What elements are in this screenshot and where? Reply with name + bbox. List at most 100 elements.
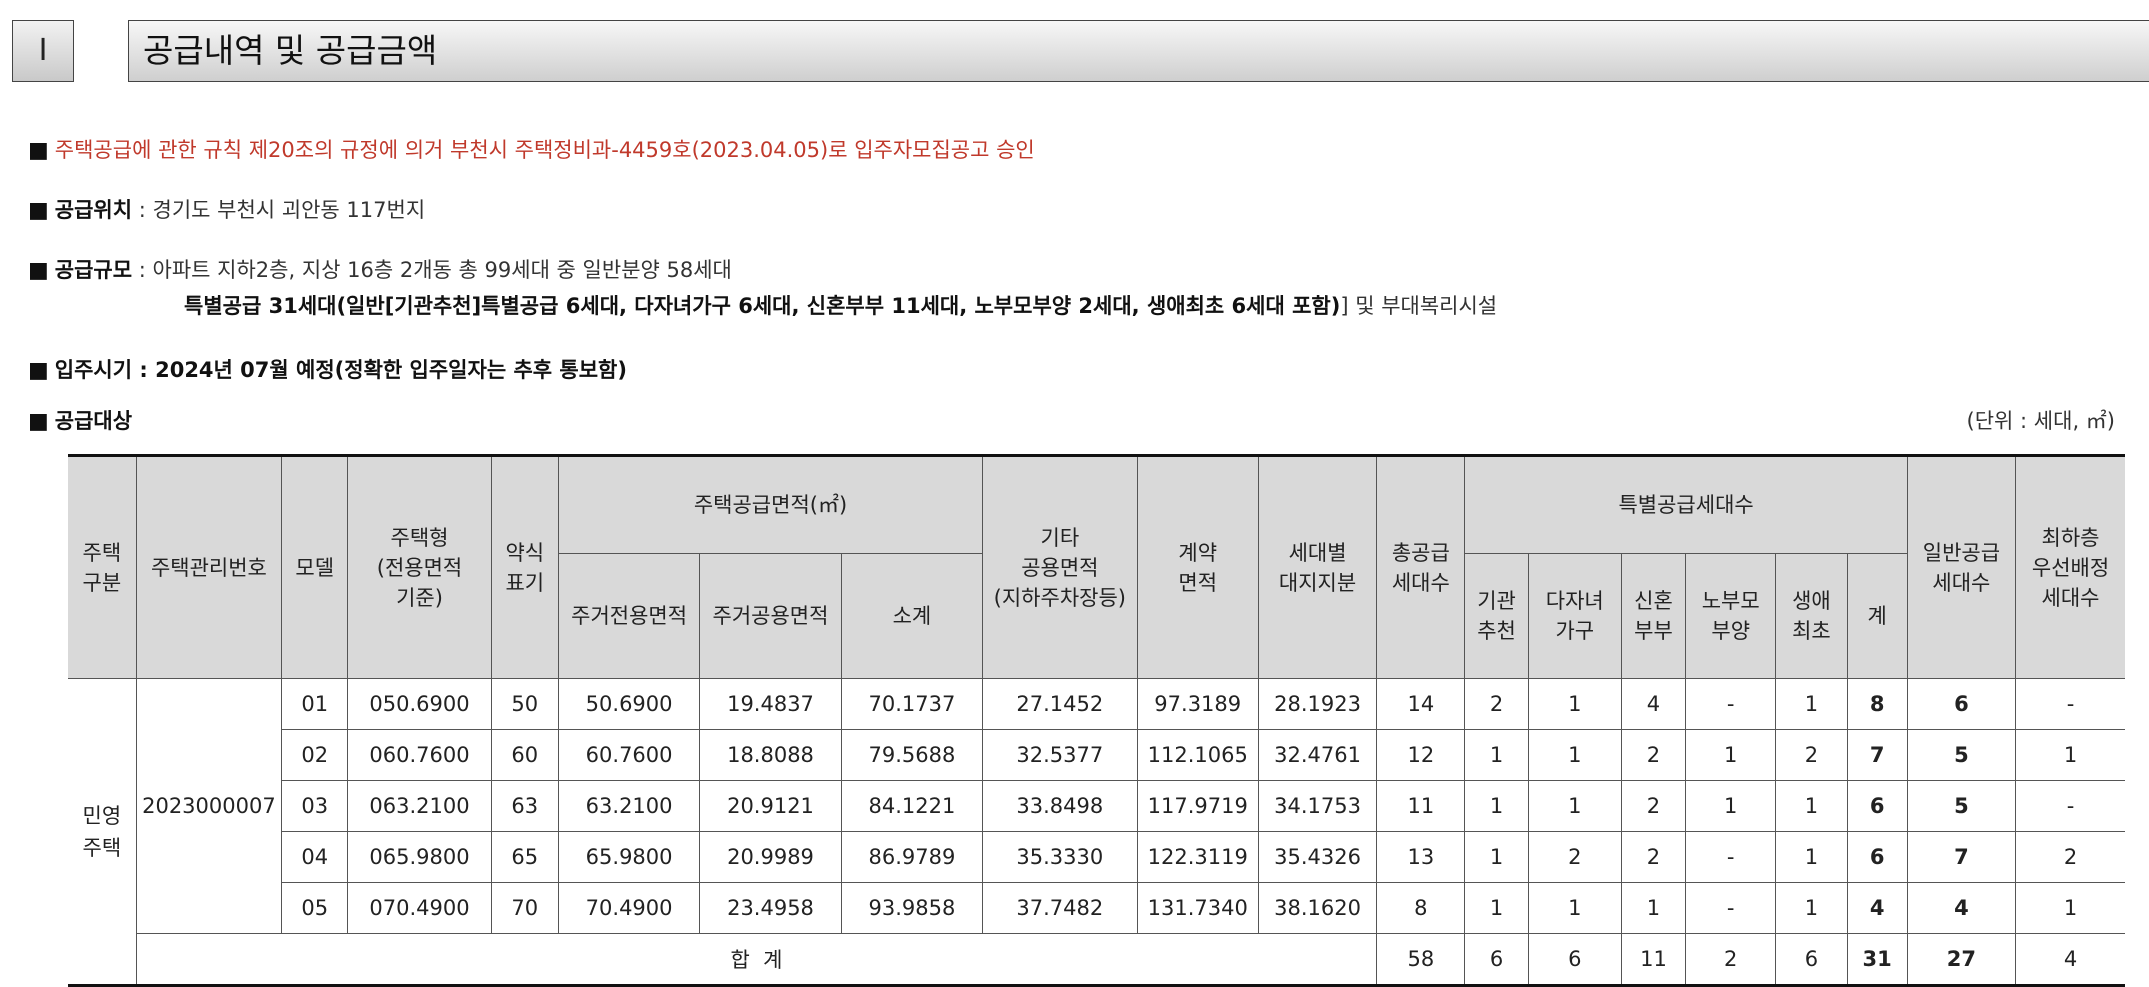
cell-land: 35.4326 — [1257, 831, 1378, 883]
col-type: 주택 구분 — [68, 455, 137, 679]
cell-model: 05 — [281, 882, 349, 934]
col-sp-inst: 기관 추천 — [1464, 553, 1529, 679]
col-abbr: 약식 표기 — [490, 455, 559, 679]
col-general: 일반공급 세대수 — [1906, 455, 2017, 679]
cell-parent: 1 — [1685, 729, 1777, 781]
col-house-type: 주택형 (전용면적 기준) — [347, 455, 492, 679]
approval-notice: ■ 주택공급에 관한 규칙 제20조의 규정에 의거 부천시 주택정비과-4459… — [28, 134, 1035, 164]
cell-contract: 117.9719 — [1136, 780, 1259, 832]
cell-mgmt-no: 2023000007 — [135, 678, 283, 934]
cell-newly: 1 — [1620, 882, 1687, 934]
cell-first: 1 — [1775, 882, 1848, 934]
cell-inst: 1 — [1464, 882, 1529, 934]
col-mgmt-no: 주택관리번호 — [135, 455, 283, 679]
unit-note: (단위 : 세대, ㎡) — [1966, 409, 2115, 433]
scale-line-2-rest: ] 및 부대복리시설 — [1340, 294, 1498, 318]
sum-sum: 31 — [1846, 933, 1908, 986]
cell-subtotal: 70.1737 — [840, 678, 984, 730]
cell-model: 02 — [281, 729, 349, 781]
table-row: 민영 주택 2023000007 01 050.6900 50 50.6900 … — [68, 678, 2125, 986]
cell-total: 8 — [1376, 882, 1466, 934]
cell-lowest: - — [2015, 780, 2125, 832]
cell-house-type: 060.7600 — [347, 729, 492, 781]
bullet-square-icon: ■ — [28, 358, 49, 383]
sum-first: 6 — [1775, 933, 1848, 986]
cell-common: 18.8088 — [699, 729, 842, 781]
cell-inst: 1 — [1464, 729, 1529, 781]
bullet-square-icon: ■ — [28, 138, 49, 163]
cell-general: 7 — [1906, 831, 2017, 883]
cell-other: 27.1452 — [982, 678, 1138, 730]
scale-label: 공급규모 — [54, 258, 133, 282]
col-other-common: 기타 공용면적 (지하주차장등) — [982, 455, 1138, 679]
cell-newly: 2 — [1620, 831, 1687, 883]
sum-multi: 6 — [1527, 933, 1622, 986]
cell-lowest: 1 — [2015, 729, 2125, 781]
cell-newly: 2 — [1620, 729, 1687, 781]
table-row: 03 063.2100 63 63.2100 20.9121 84.1221 3… — [68, 780, 2125, 832]
cell-land: 28.1923 — [1257, 678, 1378, 730]
sum-inst: 6 — [1464, 933, 1529, 986]
target-label: 공급대상 — [54, 409, 133, 433]
cell-house-type: 063.2100 — [347, 780, 492, 832]
cell-contract: 112.1065 — [1136, 729, 1259, 781]
cell-total: 14 — [1376, 678, 1466, 730]
cell-general: 5 — [1906, 780, 2017, 832]
cell-multi: 1 — [1527, 729, 1622, 781]
cell-other: 37.7482 — [982, 882, 1138, 934]
cell-land: 34.1753 — [1257, 780, 1378, 832]
cell-multi: 1 — [1527, 780, 1622, 832]
cell-abbr: 50 — [490, 678, 559, 730]
cell-type: 민영 주택 — [68, 678, 137, 986]
cell-exclusive: 50.6900 — [557, 678, 701, 730]
col-sp-first: 생애 최초 — [1775, 553, 1848, 679]
col-special: 특별공급세대수 — [1464, 455, 1908, 554]
cell-abbr: 65 — [490, 831, 559, 883]
approval-text: 주택공급에 관한 규칙 제20조의 규정에 의거 부천시 주택정비과-4459호… — [54, 138, 1035, 162]
cell-abbr: 60 — [490, 729, 559, 781]
cell-general: 6 — [1906, 678, 2017, 730]
cell-other: 35.3330 — [982, 831, 1138, 883]
cell-first: 1 — [1775, 678, 1848, 730]
cell-subtotal: 93.9858 — [840, 882, 984, 934]
cell-parent: - — [1685, 831, 1777, 883]
cell-model: 01 — [281, 678, 349, 730]
cell-exclusive: 65.9800 — [557, 831, 701, 883]
cell-lowest: 2 — [2015, 831, 2125, 883]
scale-value: : 아파트 지하2층, 지상 16층 2개동 총 99세대 중 일반분양 58세… — [138, 258, 732, 282]
scale-line: ■ 공급규모 : 아파트 지하2층, 지상 16층 2개동 총 99세대 중 일반… — [28, 254, 732, 284]
cell-general: 5 — [1906, 729, 2017, 781]
cell-multi: 1 — [1527, 678, 1622, 730]
sum-newly: 11 — [1620, 933, 1687, 986]
movein-text: 입주시기 : 2024년 07월 예정(정확한 입주일자는 추후 통보함) — [54, 358, 627, 382]
cell-total: 12 — [1376, 729, 1466, 781]
col-lowest: 최하층 우선배정 세대수 — [2015, 455, 2125, 679]
sum-row: 합 계 58 6 6 11 2 6 31 27 4 — [68, 933, 2125, 986]
cell-inst: 1 — [1464, 831, 1529, 883]
cell-abbr: 63 — [490, 780, 559, 832]
section-title: 공급내역 및 공급금액 — [128, 20, 2149, 82]
target-line: ■ 공급대상 — [28, 405, 132, 435]
movein-line: ■ 입주시기 : 2024년 07월 예정(정확한 입주일자는 추후 통보함) — [28, 354, 627, 384]
cell-contract: 131.7340 — [1136, 882, 1259, 934]
cell-sum: 8 — [1846, 678, 1908, 730]
col-sp-multi: 다자녀 가구 — [1527, 553, 1622, 679]
cell-common: 20.9121 — [699, 780, 842, 832]
cell-sum: 7 — [1846, 729, 1908, 781]
sum-lowest: 4 — [2015, 933, 2125, 986]
cell-contract: 97.3189 — [1136, 678, 1259, 730]
cell-general: 4 — [1906, 882, 2017, 934]
scale-line-2: 특별공급 31세대(일반[기관추천]특별공급 6세대, 다자녀가구 6세대, 신… — [184, 290, 1497, 320]
cell-parent: - — [1685, 678, 1777, 730]
cell-other: 33.8498 — [982, 780, 1138, 832]
sum-general: 27 — [1906, 933, 2017, 986]
cell-house-type: 065.9800 — [347, 831, 492, 883]
cell-sum: 6 — [1846, 831, 1908, 883]
table-row: 04 065.9800 65 65.9800 20.9989 86.9789 3… — [68, 831, 2125, 883]
cell-parent: 1 — [1685, 780, 1777, 832]
cell-multi: 1 — [1527, 882, 1622, 934]
cell-newly: 4 — [1620, 678, 1687, 730]
cell-subtotal: 86.9789 — [840, 831, 984, 883]
location-label: 공급위치 — [54, 198, 133, 222]
cell-total: 11 — [1376, 780, 1466, 832]
